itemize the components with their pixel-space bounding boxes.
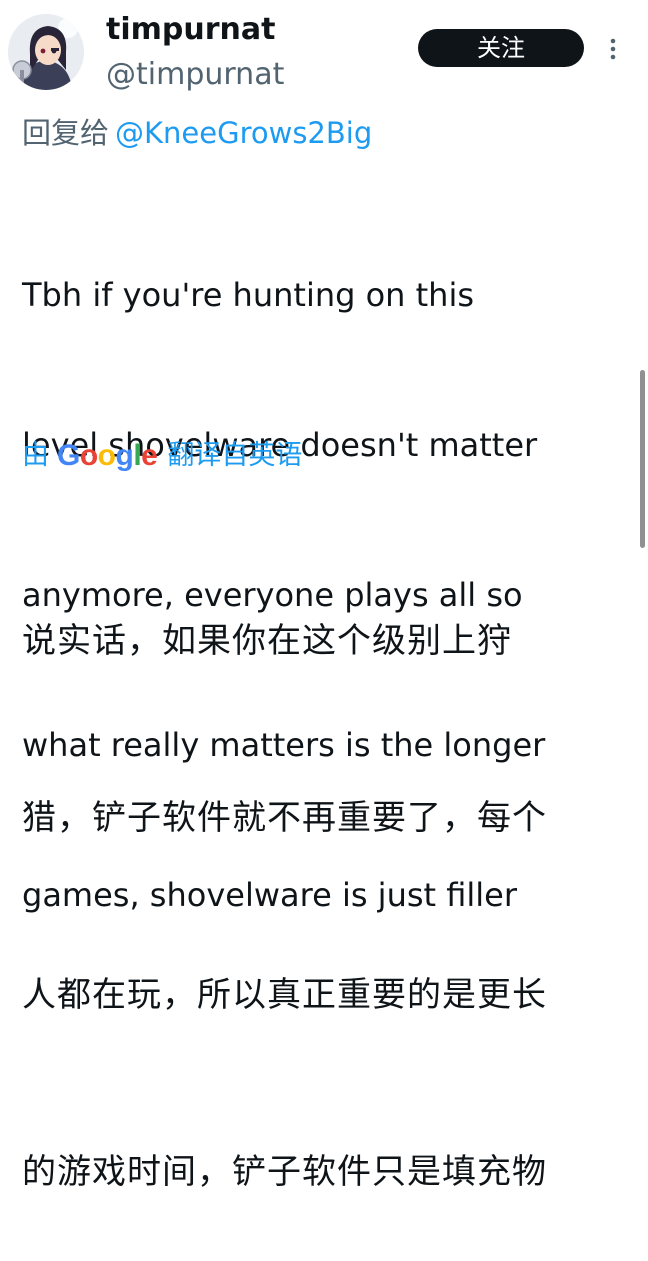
reply-context: 回复给 @KneeGrows2Big — [22, 108, 372, 158]
user-handle[interactable]: @timpurnat — [106, 56, 284, 94]
google-logo-letter: G — [57, 439, 80, 472]
translated-line: 说实话，如果你在这个级别上狩 — [22, 621, 512, 661]
tweet-line: Tbh if you're hunting on this — [22, 276, 475, 314]
translated-line: 人都在玩，所以真正重要的是更长 — [22, 975, 547, 1015]
reply-mention-link[interactable]: @KneeGrows2Big — [115, 116, 372, 150]
display-name[interactable]: timpurnat — [106, 10, 275, 50]
avatar[interactable] — [8, 14, 84, 90]
google-logo-letter: g — [115, 439, 134, 472]
google-logo-letter: o — [97, 439, 116, 472]
scrollbar-thumb[interactable] — [640, 370, 645, 548]
translated-line: 猎，铲子软件就不再重要了，每个 — [22, 798, 547, 838]
translation-by-label: 由 — [22, 440, 49, 471]
google-logo-letter: e — [141, 439, 158, 472]
translated-from-label: 翻译自英语 — [167, 440, 303, 471]
google-logo-letter: o — [79, 439, 98, 472]
more-vertical-icon[interactable] — [600, 36, 626, 62]
google-logo: Google — [57, 433, 158, 479]
google-logo-letter: l — [133, 439, 142, 472]
follow-button[interactable]: 关注 — [418, 29, 584, 67]
translated-line: 的游戏时间，铲子软件只是填充物 — [22, 1152, 547, 1192]
translation-attribution[interactable]: 由 Google 翻译自英语 — [22, 433, 302, 479]
reply-prefix: 回复给 — [22, 116, 110, 150]
translated-text: 说实话，如果你在这个级别上狩 猎，铲子软件就不再重要了，每个 人都在玩，所以真正… — [22, 494, 622, 1261]
avatar-image — [8, 14, 84, 90]
